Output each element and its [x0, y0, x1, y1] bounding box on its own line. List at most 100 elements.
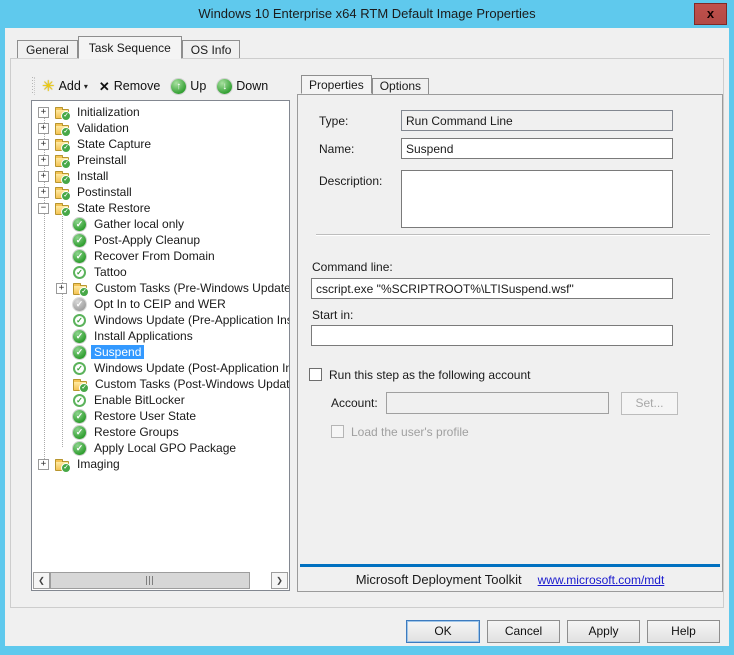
section-divider — [316, 234, 710, 236]
mdt-brand-label: Microsoft Deployment Toolkit — [356, 572, 522, 587]
tree-item-label: Opt In to CEIP and WER — [91, 297, 229, 311]
close-icon[interactable]: x — [694, 3, 727, 25]
tree-item[interactable]: +State Capture — [32, 136, 289, 152]
remove-label: Remove — [114, 79, 161, 93]
name-field[interactable] — [401, 138, 673, 159]
check-solid-icon — [73, 442, 86, 455]
tree-item[interactable]: +Validation — [32, 120, 289, 136]
folder-check-icon — [55, 157, 69, 167]
horizontal-scrollbar[interactable]: ❮ ❯ — [33, 572, 288, 589]
footer-rule — [300, 564, 720, 567]
check-solid-icon — [73, 426, 86, 439]
up-button[interactable]: ↑ Up — [171, 79, 206, 94]
name-label: Name: — [319, 142, 354, 156]
cancel-button[interactable]: Cancel — [487, 620, 560, 643]
chevron-down-icon: ▾ — [84, 82, 88, 91]
down-button[interactable]: ↓ Down — [217, 79, 268, 94]
expander-icon[interactable]: + — [38, 187, 49, 198]
check-solid-icon — [73, 346, 86, 359]
check-outline-icon — [73, 394, 86, 407]
scroll-left-icon[interactable]: ❮ — [33, 572, 50, 589]
tree-item[interactable]: Post-Apply Cleanup — [32, 232, 289, 248]
description-label: Description: — [319, 174, 382, 188]
add-label: Add — [59, 79, 81, 93]
tree-item-label: Initialization — [74, 105, 143, 119]
tree-item[interactable]: +Custom Tasks (Pre-Windows Update) — [32, 280, 289, 296]
expander-icon[interactable]: + — [38, 155, 49, 166]
type-label: Type: — [319, 114, 348, 128]
expander-icon[interactable]: − — [38, 203, 49, 214]
tree-item-label: Suspend — [91, 345, 144, 359]
ok-button[interactable]: OK — [406, 620, 480, 643]
tree-item[interactable]: Apply Local GPO Package — [32, 440, 289, 456]
tree-item-label: Restore Groups — [91, 425, 182, 439]
account-field — [386, 392, 609, 414]
add-star-icon: ✳ — [42, 79, 55, 94]
add-button[interactable]: ✳ Add ▾ — [42, 79, 88, 94]
tree-item[interactable]: + Preinstall — [32, 152, 289, 168]
tree-item[interactable]: −State Restore — [32, 200, 289, 216]
tree-item[interactable]: Recover From Domain — [32, 248, 289, 264]
tree-item-label: Windows Update (Post-Application Install… — [91, 361, 289, 375]
tree-item[interactable]: Gather local only — [32, 216, 289, 232]
tree-item[interactable]: Restore User State — [32, 408, 289, 424]
expander-icon[interactable]: + — [38, 459, 49, 470]
run-as-account-label: Run this step as the following account — [329, 368, 530, 382]
expander-icon[interactable]: + — [56, 283, 67, 294]
main-tabstrip: General Task Sequence OS Info — [17, 36, 240, 59]
description-field[interactable] — [401, 170, 673, 228]
tree-item[interactable]: + Initialization — [32, 104, 289, 120]
tree-item-label: Tattoo — [91, 265, 130, 279]
tree-item[interactable]: Opt In to CEIP and WER — [32, 296, 289, 312]
tree-item[interactable]: Restore Groups — [32, 424, 289, 440]
scrollbar-track[interactable] — [250, 572, 271, 589]
tab-options[interactable]: Options — [372, 78, 429, 94]
tree-item[interactable]: + Postinstall — [32, 184, 289, 200]
start-in-field[interactable] — [311, 325, 673, 346]
tree-item-label: Restore User State — [91, 409, 199, 423]
down-arrow-icon: ↓ — [217, 79, 232, 94]
tree-item-label: Windows Update (Pre-Application Installa — [91, 313, 289, 327]
start-in-label: Start in: — [312, 308, 353, 322]
tree-item[interactable]: Windows Update (Pre-Application Installa — [32, 312, 289, 328]
tab-properties[interactable]: Properties — [301, 75, 372, 94]
footer: Microsoft Deployment Toolkit www.microso… — [298, 572, 722, 587]
help-button[interactable]: Help — [647, 620, 720, 643]
scrollbar-thumb[interactable] — [50, 572, 250, 589]
up-arrow-icon: ↑ — [171, 79, 186, 94]
tab-task-sequence[interactable]: Task Sequence — [78, 36, 182, 59]
tree-item-label: Install — [74, 169, 111, 183]
toolbar-grip-handle — [32, 77, 35, 95]
scroll-right-icon[interactable]: ❯ — [271, 572, 288, 589]
tree-item[interactable]: Tattoo — [32, 264, 289, 280]
tree-item[interactable]: Suspend — [32, 344, 289, 360]
expander-icon[interactable]: + — [38, 171, 49, 182]
tree-item-label: Postinstall — [74, 185, 135, 199]
tree-item-label: Install Applications — [91, 329, 196, 343]
tree-item-label: Preinstall — [74, 153, 129, 167]
check-solid-icon — [73, 218, 86, 231]
folder-check-icon — [55, 461, 69, 471]
expander-icon[interactable]: + — [38, 107, 49, 118]
expander-icon[interactable]: + — [38, 139, 49, 150]
check-solid-icon — [73, 410, 86, 423]
tab-os-info[interactable]: OS Info — [182, 40, 241, 59]
tree-item[interactable]: + Install — [32, 168, 289, 184]
run-as-account-checkbox[interactable] — [309, 368, 322, 381]
tree-item[interactable]: Custom Tasks (Post-Windows Update) — [32, 376, 289, 392]
check-solid-icon — [73, 330, 86, 343]
remove-button[interactable]: ✕ Remove — [99, 79, 160, 93]
tree-item[interactable]: +Imaging — [32, 456, 289, 472]
tab-general[interactable]: General — [17, 40, 78, 59]
command-line-field[interactable] — [311, 278, 673, 299]
check-gray-icon — [73, 298, 86, 311]
expander-icon[interactable]: + — [38, 123, 49, 134]
tree-item-label: Apply Local GPO Package — [91, 441, 239, 455]
tree-item[interactable]: Install Applications — [32, 328, 289, 344]
tree-rows: + Initialization+Validation+State Capture… — [32, 101, 289, 571]
tree-item[interactable]: Windows Update (Post-Application Install… — [32, 360, 289, 376]
folder-check-icon — [55, 141, 69, 151]
mdt-link[interactable]: www.microsoft.com/mdt — [538, 573, 665, 587]
tree-item[interactable]: Enable BitLocker — [32, 392, 289, 408]
apply-button[interactable]: Apply — [567, 620, 640, 643]
